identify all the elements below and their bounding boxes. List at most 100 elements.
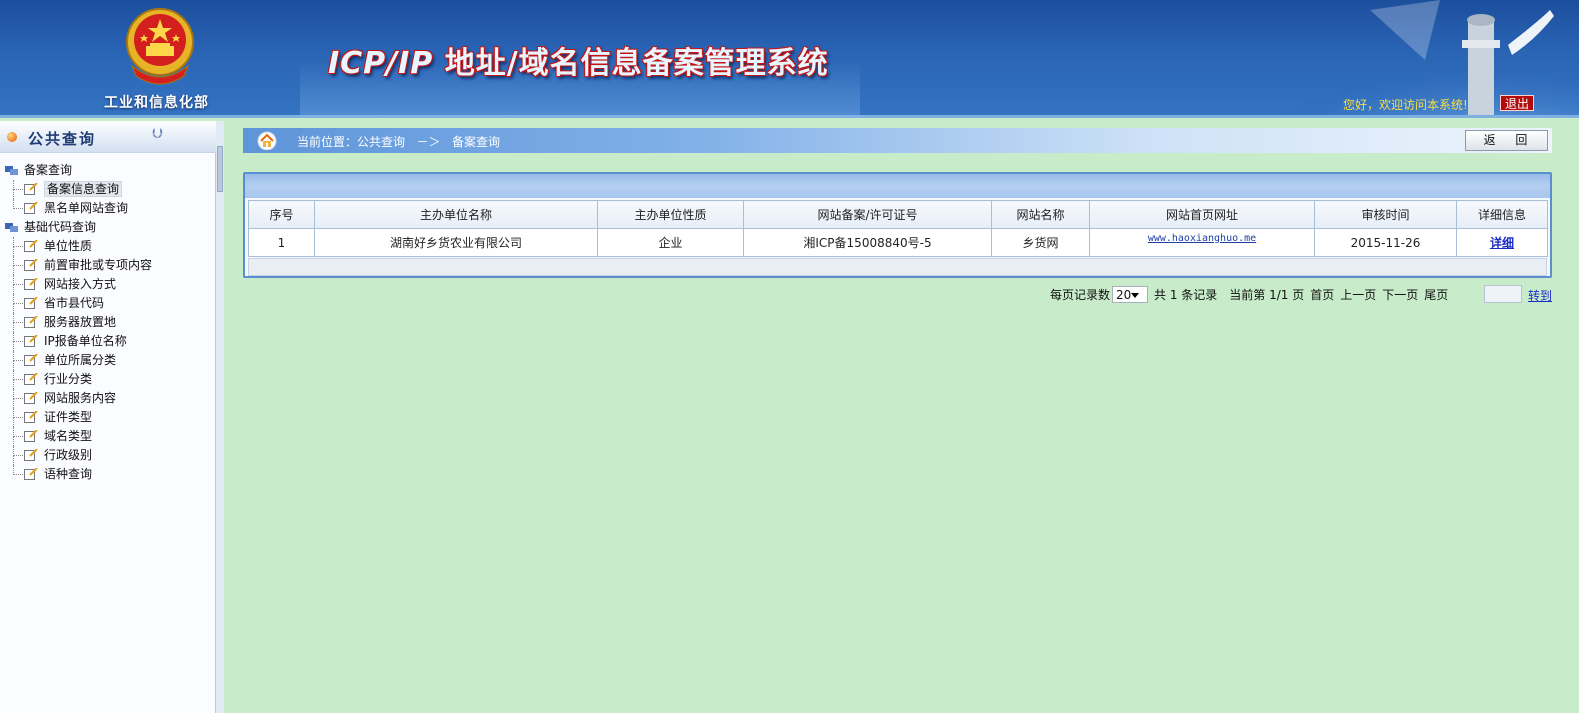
details-link[interactable]: 详细	[1490, 236, 1514, 250]
sidebar-splitter[interactable]	[216, 121, 224, 713]
document-edit-icon	[24, 259, 38, 271]
document-edit-icon	[24, 316, 38, 328]
per-page-label: 每页记录数	[1050, 288, 1111, 302]
sidebar-item-code-7[interactable]: 行业分类	[0, 370, 216, 389]
breadcrumb-level1[interactable]: 公共查询	[357, 135, 405, 149]
last-page-button[interactable]: 尾页	[1424, 288, 1448, 302]
document-edit-icon	[24, 411, 38, 423]
back-button[interactable]: 返 回	[1465, 130, 1548, 151]
sidebar-header: 公共查询 ⮋	[0, 121, 216, 153]
goto-page-input[interactable]	[1484, 285, 1522, 303]
document-edit-icon	[24, 335, 38, 347]
sidebar-item-label: 黑名单网站查询	[44, 201, 129, 215]
table-row: 1 湖南好乡货农业有限公司 企业 湘ICP备15008840号-5 乡货网 ww…	[248, 228, 1548, 257]
sidebar-item-label: 行政级别	[44, 448, 93, 462]
ministry-name: 工业和信息化部	[104, 95, 209, 111]
table-header-row: 序号 主办单位名称 主办单位性质 网站备案/许可证号 网站名称 网站首页网址 审…	[248, 200, 1548, 229]
cell-review-date: 2015-11-26	[1314, 228, 1457, 257]
dropdown-arrow-icon	[1131, 293, 1140, 298]
sidebar-item-code-2[interactable]: 网站接入方式	[0, 275, 216, 294]
panel-header-bar	[245, 174, 1550, 198]
cell-details: 详细	[1456, 228, 1548, 257]
sidebar-item-label: 域名类型	[44, 429, 93, 443]
basic-code-items: 单位性质前置审批或专项内容 网站接入方式 省市县代码服务器放置地 IP报备单位名称 单位…	[0, 237, 216, 484]
col-header-org-type: 主办单位性质	[597, 200, 744, 229]
sidebar-item-label: 服务器放置地	[44, 315, 117, 329]
document-edit-icon	[24, 392, 38, 404]
total-records: 共 1 条记录	[1154, 288, 1218, 302]
breadcrumb: 当前位置：公共查询 －＞ 备案查询	[243, 128, 1552, 153]
document-edit-icon	[24, 430, 38, 442]
next-page-button[interactable]: 下一页	[1382, 288, 1418, 302]
home-icon	[257, 131, 277, 150]
col-header-site-name: 网站名称	[991, 200, 1090, 229]
sidebar-item-label: 行业分类	[44, 372, 93, 386]
system-title: ICP/IP 地址/域名信息备案管理系统	[328, 38, 829, 82]
sidebar-item-code-6[interactable]: 单位所属分类	[0, 351, 216, 370]
document-edit-icon	[24, 354, 38, 366]
sidebar-item-code-1[interactable]: 前置审批或专项内容	[0, 256, 216, 275]
sidebar-item-blacklist-query[interactable]: 黑名单网站查询	[0, 199, 216, 218]
breadcrumb-label: 当前位置：	[297, 135, 358, 149]
col-header-index: 序号	[248, 200, 315, 229]
sidebar-item-code-0[interactable]: 单位性质	[0, 237, 216, 256]
sidebar-item-label: IP报备单位名称	[44, 334, 127, 348]
per-page-select[interactable]: 20	[1112, 286, 1149, 303]
collapse-chevron-icon[interactable]: ⮋	[152, 126, 163, 142]
document-edit-icon	[24, 449, 38, 461]
col-header-homepage-url: 网站首页网址	[1089, 200, 1315, 229]
header-banner: 工业和信息化部 ICP/IP 地址/域名信息备案管理系统 您好，欢迎访问本系统!…	[0, 0, 1579, 118]
sidebar-item-label: 单位性质	[44, 239, 93, 253]
sidebar-item-label: 单位所属分类	[44, 353, 117, 367]
breadcrumb-separator: －＞	[416, 135, 441, 149]
cell-homepage-url: www.haoxianghuo.me	[1089, 228, 1315, 257]
col-header-org-name: 主办单位名称	[314, 200, 598, 229]
sidebar-item-code-5[interactable]: IP报备单位名称	[0, 332, 216, 351]
tree-group-label: 备案查询	[24, 163, 73, 177]
splitter-grip[interactable]	[217, 146, 223, 192]
tree-group-record-query[interactable]: 备案查询	[0, 161, 216, 180]
tree-group-basic-code-query[interactable]: 基础代码查询	[0, 218, 216, 237]
col-header-details: 详细信息	[1456, 200, 1548, 229]
sidebar-item-code-11[interactable]: 行政级别	[0, 446, 216, 465]
breadcrumb-path: 当前位置：公共查询 －＞ 备案查询	[297, 133, 500, 150]
sidebar-item-label: 证件类型	[44, 410, 93, 424]
results-table: 序号 主办单位名称 主办单位性质 网站备案/许可证号 网站名称 网站首页网址 审…	[248, 200, 1548, 257]
cell-license-no: 湘ICP备15008840号-5	[743, 228, 992, 257]
sidebar-item-code-12[interactable]: 语种查询	[0, 465, 216, 484]
cell-site-name: 乡货网	[991, 228, 1090, 257]
sidebar-item-code-10[interactable]: 域名类型	[0, 427, 216, 446]
sidebar-item-label: 省市县代码	[44, 296, 105, 310]
bullet-icon	[7, 132, 17, 142]
goto-page-button[interactable]: 转到	[1528, 287, 1552, 304]
document-edit-icon	[24, 278, 38, 290]
sidebar-item-code-3[interactable]: 省市县代码	[0, 294, 216, 313]
col-header-license-no: 网站备案/许可证号	[743, 200, 992, 229]
cell-index: 1	[248, 228, 315, 257]
sidebar-item-label: 网站接入方式	[44, 277, 117, 291]
sidebar-item-code-4[interactable]: 服务器放置地	[0, 313, 216, 332]
sidebar-item-code-8[interactable]: 网站服务内容	[0, 389, 216, 408]
system-title-text: 地址/域名信息备案管理系统	[433, 46, 829, 81]
per-page-value: 20	[1116, 288, 1132, 302]
pagination: 每页记录数 20 共 1 条记录 当前第 1/1 页首页 上一页 下一页 尾页	[1050, 286, 1454, 306]
col-header-review-date: 审核时间	[1314, 200, 1457, 229]
sidebar: 公共查询 ⮋ 备案查询 备案信息查询 黑名单网站查询 基础代码查询 单位性质前置…	[0, 121, 216, 713]
document-edit-icon	[24, 468, 38, 480]
cell-org-type: 企业	[597, 228, 744, 257]
national-emblem-icon	[126, 8, 194, 85]
logout-button[interactable]: 退出	[1500, 95, 1534, 111]
sidebar-item-label: 语种查询	[44, 467, 93, 481]
current-page: 当前第 1/1 页	[1229, 288, 1305, 302]
folder-group-icon	[5, 166, 18, 175]
sidebar-item-record-info-query[interactable]: 备案信息查询	[0, 180, 216, 199]
sidebar-item-label: 备案信息查询	[44, 181, 123, 197]
first-page-button[interactable]: 首页	[1310, 288, 1334, 302]
system-title-prefix: ICP/IP	[328, 46, 434, 81]
sidebar-item-label: 前置审批或专项内容	[44, 258, 153, 272]
sidebar-item-label: 网站服务内容	[44, 391, 117, 405]
homepage-url-link[interactable]: www.haoxianghuo.me	[1148, 233, 1256, 244]
nav-tree: 备案查询 备案信息查询 黑名单网站查询 基础代码查询 单位性质前置审批或专项内容…	[0, 161, 216, 484]
prev-page-button[interactable]: 上一页	[1340, 288, 1376, 302]
sidebar-item-code-9[interactable]: 证件类型	[0, 408, 216, 427]
